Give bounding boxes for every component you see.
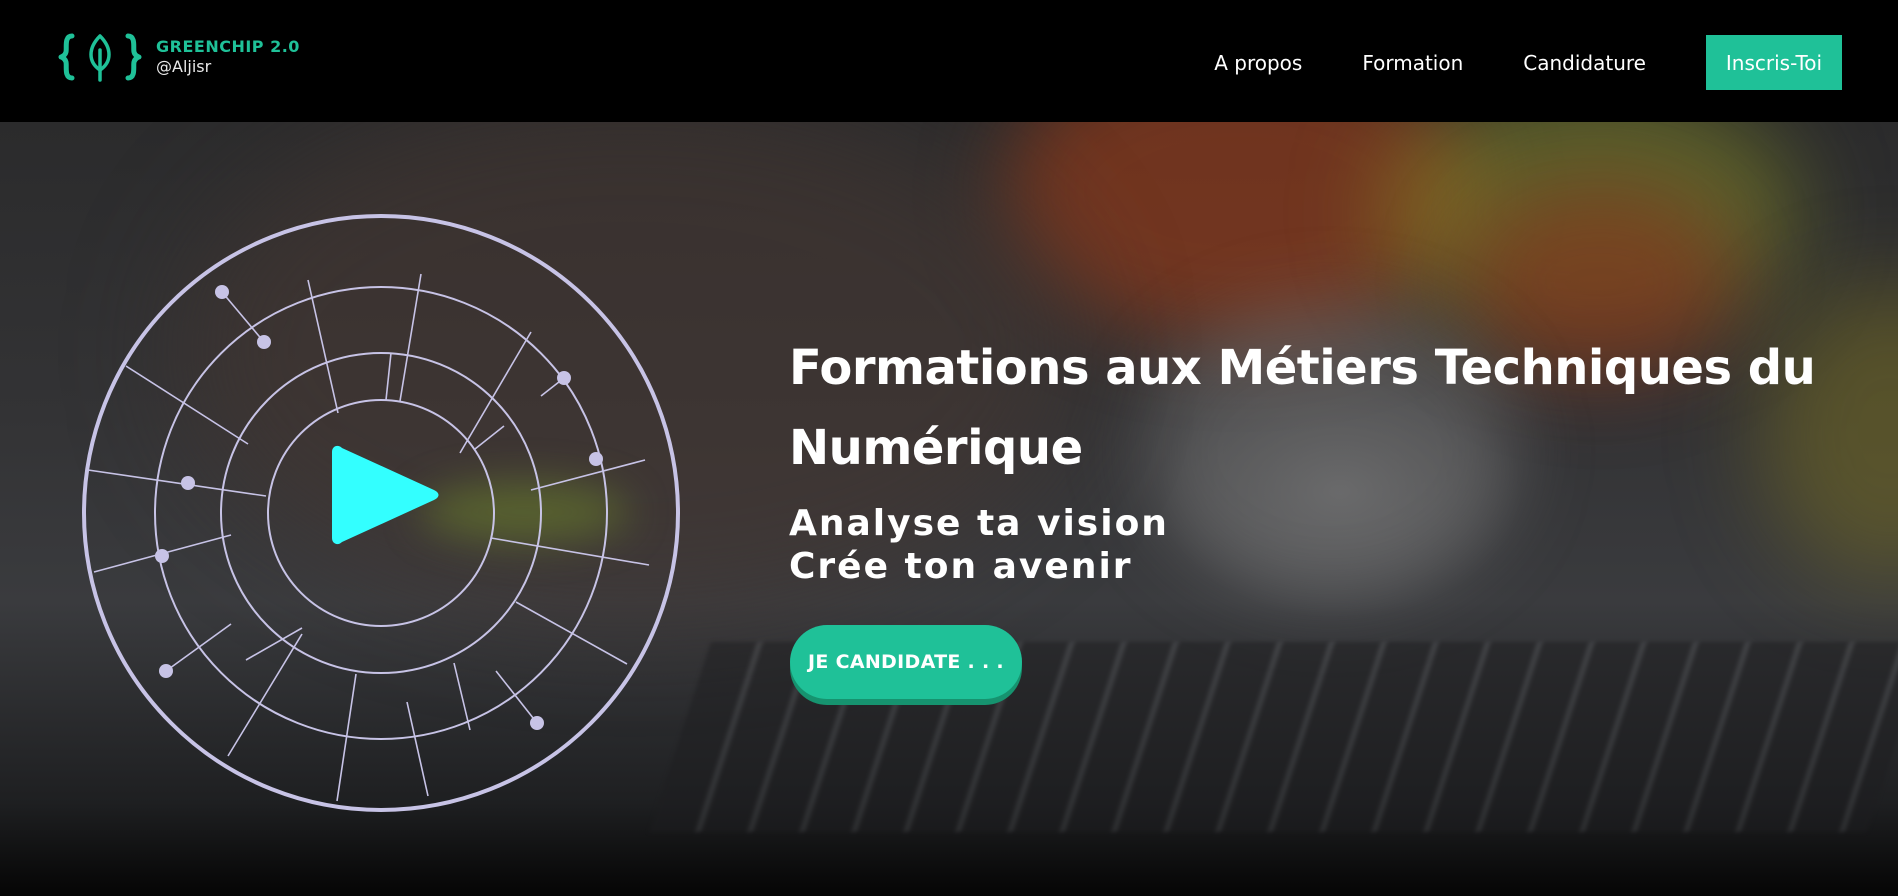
apply-button[interactable]: JE CANDIDATE . . . (790, 625, 1022, 699)
hero-title: Formations aux Métiers Techniques du Num… (789, 340, 1816, 476)
leaf-braces-icon (58, 33, 142, 82)
brand-handle: @Aljisr (156, 57, 212, 76)
hero-subtitle: Analyse ta vision Crée ton avenir (789, 502, 1169, 588)
signup-button[interactable]: Inscris-Toi (1706, 35, 1842, 90)
brand-title: GREENCHIP 2.0 (156, 37, 300, 56)
nav-link-formation[interactable]: Formation (1362, 51, 1463, 75)
nav-link-a-propos[interactable]: A propos (1214, 51, 1302, 75)
main-nav: A propos Formation Candidature Inscris-T… (1214, 35, 1842, 90)
hero-section: Formations aux Métiers Techniques du Num… (0, 122, 1898, 896)
nav-link-candidature[interactable]: Candidature (1523, 51, 1646, 75)
top-navbar: GREENCHIP 2.0 @Aljisr A propos Formation… (0, 0, 1898, 122)
hero-subtitle-line-1: Analyse ta vision (789, 503, 1169, 544)
play-icon[interactable] (330, 440, 446, 550)
brand-logo[interactable]: GREENCHIP 2.0 @Aljisr (58, 30, 300, 84)
hero-subtitle-line-2: Crée ton avenir (789, 546, 1133, 587)
